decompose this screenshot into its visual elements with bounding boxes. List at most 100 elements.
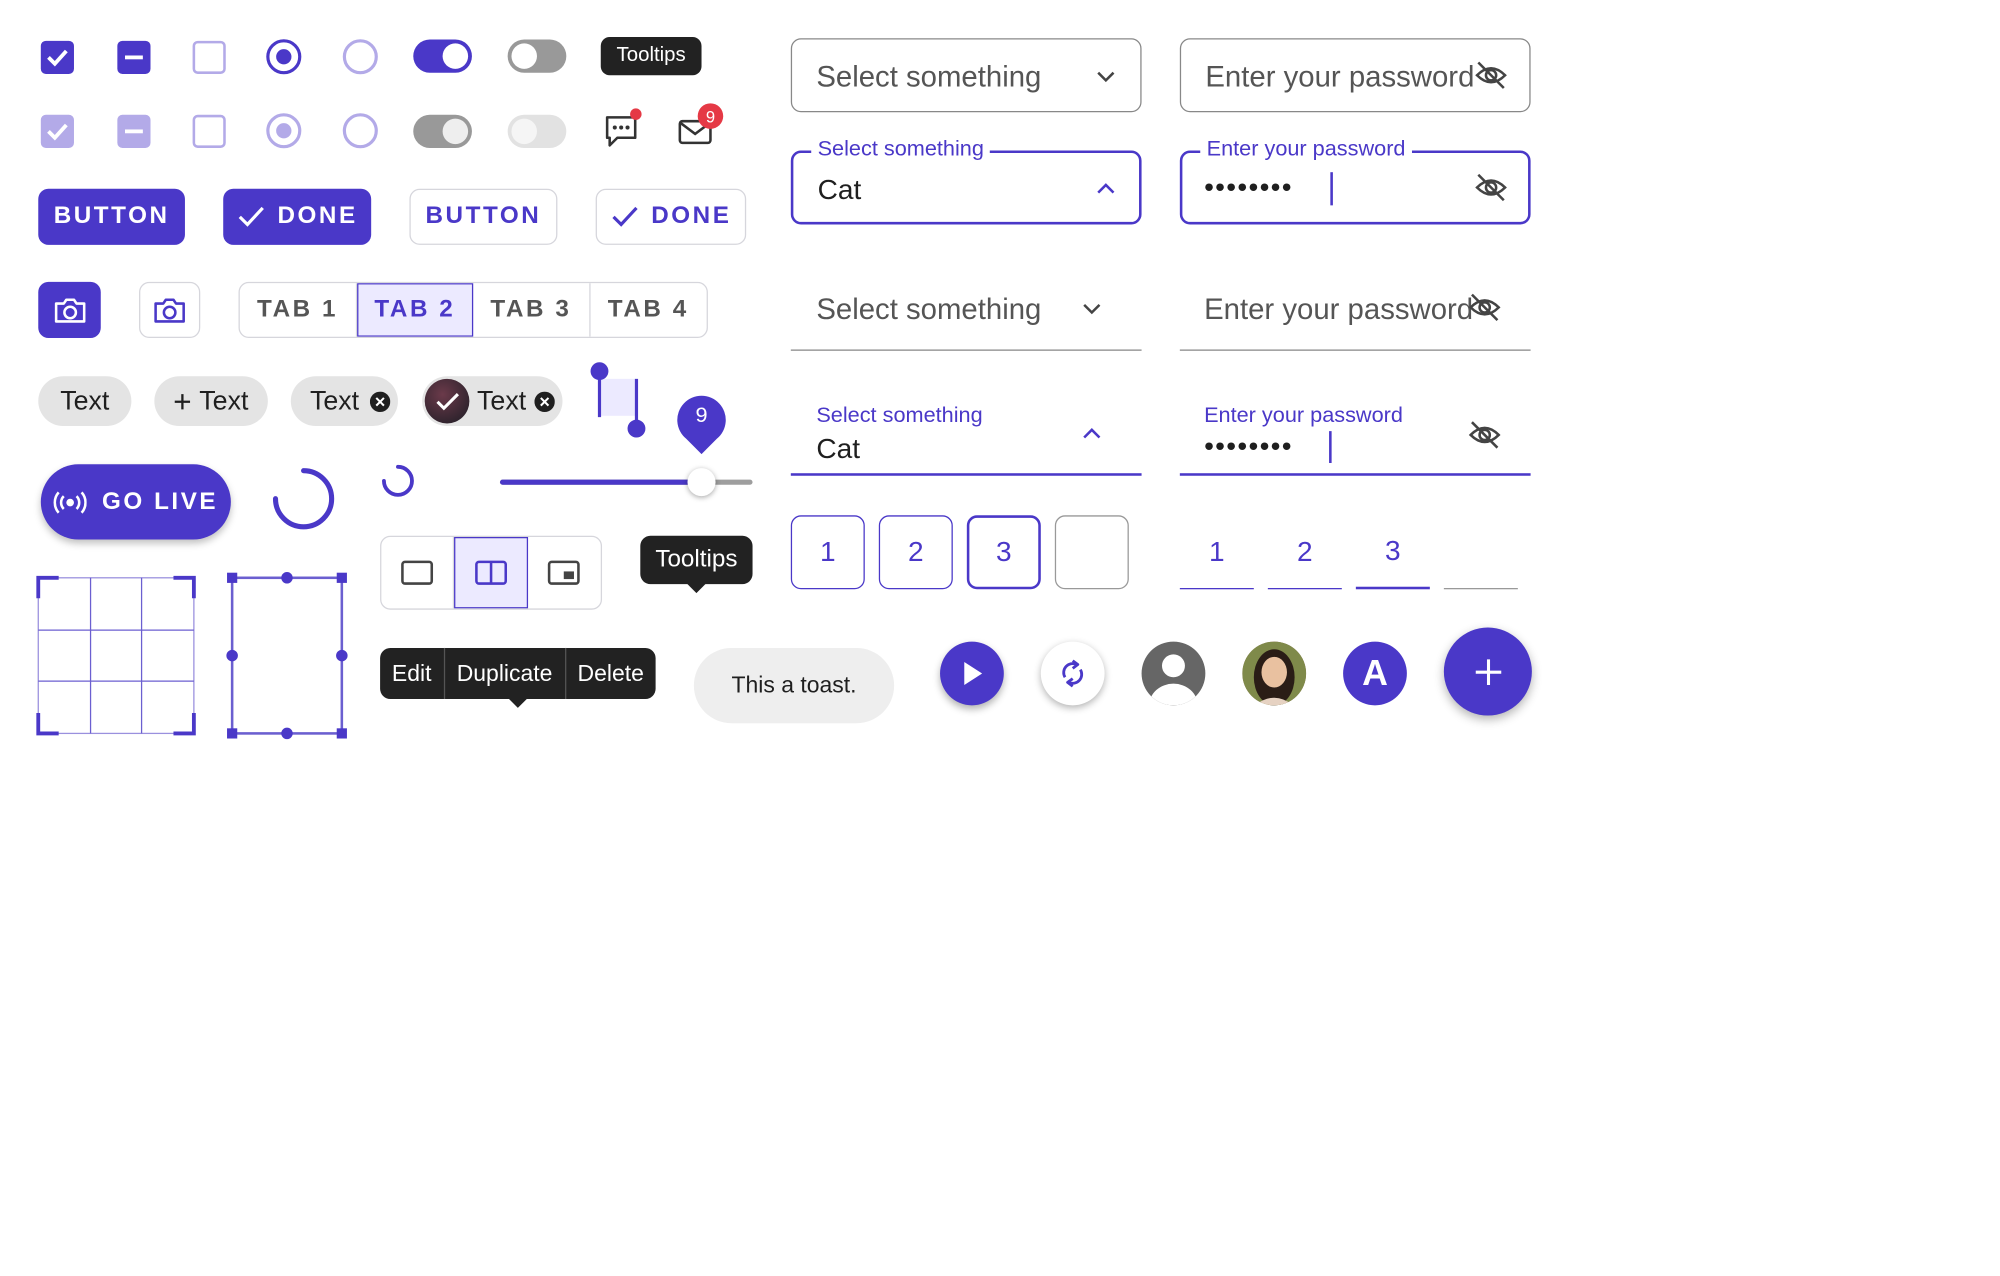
slider-fill bbox=[499, 479, 703, 485]
select-underline-focused[interactable]: Select something Cat bbox=[790, 393, 1142, 476]
radio-selected-disabled bbox=[265, 112, 302, 149]
otp-underline-3[interactable]: 3 bbox=[1355, 515, 1430, 590]
text-cursor bbox=[1330, 172, 1333, 206]
resize-frame[interactable] bbox=[223, 571, 351, 740]
plus-icon bbox=[1475, 658, 1501, 685]
camera-button-outline[interactable] bbox=[139, 281, 201, 339]
close-circle-icon[interactable] bbox=[369, 390, 390, 412]
picture-in-picture-option[interactable] bbox=[528, 537, 601, 608]
toast: This a toast. bbox=[693, 647, 895, 724]
chevron-down-icon bbox=[1083, 303, 1101, 315]
crop-grid[interactable] bbox=[36, 575, 197, 736]
checkbox-indeterminate[interactable] bbox=[117, 40, 151, 74]
minus-icon bbox=[124, 55, 143, 60]
component-gallery: Tooltips 9 BUTTON DONE BUTTON DONE TAB 1… bbox=[0, 0, 2000, 1276]
range-selection-handle[interactable] bbox=[585, 361, 649, 438]
picture-in-picture-icon bbox=[548, 560, 581, 585]
slider-thumb[interactable] bbox=[687, 468, 717, 497]
password-underline[interactable]: Enter your password bbox=[1179, 274, 1531, 351]
play-button[interactable] bbox=[940, 641, 1004, 706]
outline-done-button[interactable]: DONE bbox=[595, 188, 747, 245]
select-value: Cat bbox=[816, 432, 861, 465]
tab-3[interactable]: TAB 3 bbox=[473, 283, 590, 337]
chip-add[interactable]: Text bbox=[154, 376, 268, 427]
progress-spinner-large bbox=[272, 467, 336, 531]
slider-track[interactable] bbox=[499, 468, 753, 497]
progress-spinner-small bbox=[380, 463, 416, 499]
otp-box-2[interactable]: 2 bbox=[878, 515, 953, 590]
eye-off-icon[interactable] bbox=[1474, 172, 1507, 203]
avatar-initial[interactable]: A bbox=[1343, 641, 1407, 706]
chip-plain[interactable]: Text bbox=[38, 376, 132, 427]
notification-dot bbox=[630, 108, 642, 120]
check-icon bbox=[47, 49, 68, 67]
select-label: Select something bbox=[811, 136, 991, 162]
otp-underline-4[interactable] bbox=[1443, 515, 1518, 590]
text-cursor bbox=[1329, 431, 1332, 464]
password-outlined-focused[interactable]: Enter your password •••••••• bbox=[1179, 136, 1531, 225]
chevron-down-icon bbox=[1097, 71, 1115, 83]
sync-button[interactable] bbox=[1040, 641, 1105, 706]
otp-underline-2[interactable]: 2 bbox=[1267, 515, 1342, 590]
chip-avatar[interactable]: Text bbox=[422, 376, 563, 427]
tooltip-small: Tooltips bbox=[600, 36, 702, 76]
checkbox-checked[interactable] bbox=[40, 40, 74, 74]
check-icon bbox=[238, 206, 264, 227]
select-outlined-focused[interactable]: Select something Cat bbox=[790, 136, 1142, 225]
outline-button[interactable]: BUTTON bbox=[409, 188, 558, 245]
password-label: Enter your password bbox=[1204, 403, 1403, 428]
menu-item-edit[interactable]: Edit bbox=[380, 647, 445, 699]
slider-value-tooltip: 9 bbox=[676, 393, 727, 457]
check-icon bbox=[611, 206, 638, 227]
camera-icon bbox=[154, 298, 185, 323]
select-outlined[interactable]: Select something bbox=[790, 38, 1142, 113]
radio-unselected[interactable] bbox=[342, 38, 379, 75]
check-icon bbox=[435, 392, 459, 410]
tab-2[interactable]: TAB 2 bbox=[356, 283, 474, 337]
split-pane-option[interactable] bbox=[454, 536, 528, 609]
go-live-button[interactable]: GO LIVE bbox=[40, 464, 231, 540]
tooltip-arrow bbox=[686, 582, 707, 594]
select-underline[interactable]: Select something bbox=[790, 274, 1142, 351]
avatar-photo[interactable] bbox=[1242, 641, 1307, 706]
avatar-placeholder[interactable] bbox=[1141, 641, 1206, 706]
primary-button[interactable]: BUTTON bbox=[38, 188, 185, 245]
chip-avatar-image bbox=[424, 378, 470, 424]
slider-value-label: 9 bbox=[695, 403, 708, 428]
menu-item-delete[interactable]: Delete bbox=[566, 648, 656, 699]
broadcast-icon bbox=[53, 490, 87, 513]
context-menu-arrow bbox=[507, 697, 529, 708]
checkbox-unchecked[interactable] bbox=[192, 40, 226, 74]
chip-label: Text bbox=[199, 385, 249, 416]
checkbox-indeterminate-disabled bbox=[117, 114, 151, 148]
context-menu: Edit Duplicate Delete bbox=[380, 647, 656, 699]
toggle-on[interactable] bbox=[413, 39, 472, 73]
chat-icon[interactable] bbox=[602, 108, 642, 150]
single-pane-option[interactable] bbox=[381, 536, 455, 609]
menu-item-duplicate[interactable]: Duplicate bbox=[445, 647, 566, 699]
password-placeholder: Enter your password bbox=[1204, 292, 1474, 326]
chip-label: Text bbox=[477, 385, 527, 416]
add-fab[interactable] bbox=[1443, 627, 1532, 716]
otp-underline-1[interactable]: 1 bbox=[1179, 515, 1254, 590]
minus-icon bbox=[124, 129, 143, 134]
password-masked-value: •••••••• bbox=[1204, 429, 1293, 462]
play-icon bbox=[964, 661, 983, 685]
password-underline-focused[interactable]: Enter your password •••••••• bbox=[1179, 393, 1531, 476]
otp-box-3[interactable]: 3 bbox=[966, 515, 1041, 590]
eye-off-icon[interactable] bbox=[1474, 60, 1507, 91]
close-circle-icon[interactable] bbox=[533, 390, 555, 412]
toggle-off[interactable] bbox=[507, 39, 567, 73]
eye-off-icon[interactable] bbox=[1468, 420, 1501, 451]
primary-done-button[interactable]: DONE bbox=[223, 188, 372, 245]
otp-box-1[interactable]: 1 bbox=[790, 515, 865, 590]
radio-selected[interactable] bbox=[265, 38, 302, 75]
tab-4[interactable]: TAB 4 bbox=[590, 283, 707, 337]
single-pane-icon bbox=[401, 560, 434, 585]
password-outlined[interactable]: Enter your password bbox=[1179, 38, 1531, 113]
eye-off-icon[interactable] bbox=[1468, 292, 1501, 323]
chip-removable[interactable]: Text bbox=[290, 376, 398, 427]
camera-button-filled[interactable] bbox=[38, 281, 101, 339]
otp-box-4[interactable] bbox=[1054, 515, 1129, 590]
tab-1[interactable]: TAB 1 bbox=[240, 283, 357, 337]
